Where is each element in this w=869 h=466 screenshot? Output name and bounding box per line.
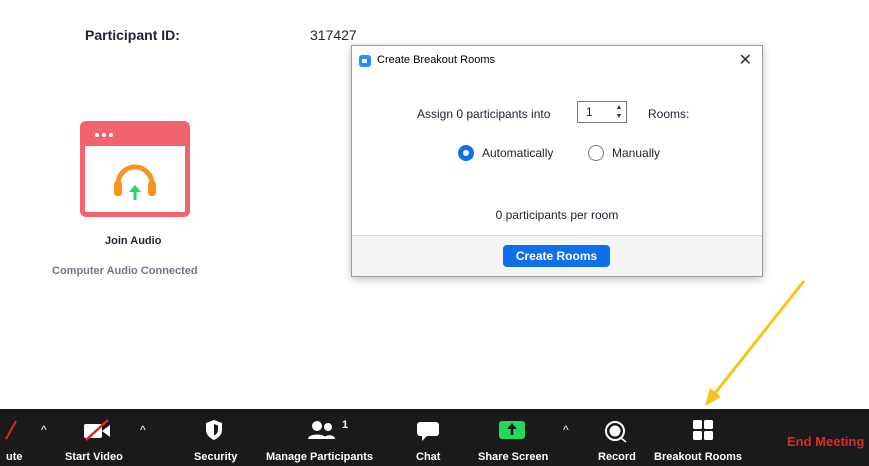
manage-participants-button[interactable]: 1 Manage Participants — [264, 409, 384, 466]
share-screen-label: Share Screen — [478, 451, 549, 463]
share-options-caret-icon[interactable]: ^ — [563, 423, 569, 437]
record-label: Record — [598, 451, 636, 463]
option-manually-label[interactable]: Manually — [612, 146, 660, 160]
headphone-icon — [114, 164, 156, 200]
chat-label: Chat — [416, 451, 441, 463]
start-video-label: Start Video — [65, 451, 123, 463]
security-label: Security — [194, 451, 238, 463]
audio-options-caret-icon[interactable]: ^ — [41, 423, 47, 437]
end-meeting-button[interactable]: End Meeting — [787, 434, 864, 449]
radio-manually[interactable] — [588, 145, 604, 161]
participant-id-value: 317427 — [310, 27, 357, 43]
chat-button[interactable]: Chat — [410, 409, 450, 466]
mute-label: ute — [6, 451, 23, 463]
participants-icon — [308, 421, 335, 439]
participants-per-room-text: 0 participants per room — [495, 208, 619, 222]
video-options-caret-icon[interactable]: ^ — [140, 423, 146, 437]
close-icon[interactable]: ✕ — [739, 50, 752, 70]
mute-button[interactable]: ute — [0, 409, 40, 466]
video-camera-off-icon — [84, 419, 110, 441]
security-button[interactable]: Security — [190, 409, 245, 466]
annotation-arrow — [705, 280, 806, 406]
card-titlebar — [85, 126, 185, 146]
share-screen-icon — [499, 421, 525, 439]
audio-status-text: Computer Audio Connected — [52, 265, 198, 277]
manage-participants-label: Manage Participants — [266, 451, 373, 463]
start-video-button[interactable]: Start Video — [62, 409, 132, 466]
microphone-icon — [5, 420, 17, 440]
stepper-arrows-icon[interactable]: ▲ ▼ — [615, 103, 623, 121]
participant-count-badge: 1 — [342, 419, 349, 431]
shield-icon — [206, 420, 222, 440]
meeting-toolbar: ute ^ Start Video ^ Security 1 Manage Pa… — [0, 409, 869, 466]
record-icon — [605, 421, 627, 443]
breakout-rooms-button[interactable]: Breakout Rooms — [654, 409, 754, 466]
participant-id-label: Participant ID: — [85, 27, 180, 43]
dialog-titlebar: Create Breakout Rooms ✕ — [352, 46, 762, 76]
zoom-logo-icon — [359, 55, 371, 67]
record-button[interactable]: Record — [592, 409, 642, 466]
create-breakout-rooms-dialog: Create Breakout Rooms ✕ Assign 0 partici… — [351, 45, 763, 277]
breakout-rooms-label: Breakout Rooms — [654, 451, 743, 463]
option-automatically-label[interactable]: Automatically — [482, 146, 553, 160]
rooms-count-stepper[interactable]: 1 ▲ ▼ — [577, 101, 627, 123]
join-audio-card[interactable] — [80, 121, 190, 217]
rooms-count-value[interactable]: 1 — [586, 105, 593, 119]
assign-text: Assign 0 participants into — [417, 107, 551, 121]
rooms-suffix: Rooms: — [648, 107, 690, 121]
join-audio-label: Join Audio — [105, 235, 162, 247]
share-screen-button[interactable]: Share Screen — [475, 409, 553, 466]
dialog-title: Create Breakout Rooms — [377, 54, 495, 66]
radio-automatically[interactable] — [458, 145, 474, 161]
dialog-footer: Create Rooms — [352, 235, 762, 276]
chat-icon — [417, 422, 439, 441]
breakout-rooms-icon — [693, 420, 713, 440]
create-rooms-button[interactable]: Create Rooms — [503, 245, 610, 267]
